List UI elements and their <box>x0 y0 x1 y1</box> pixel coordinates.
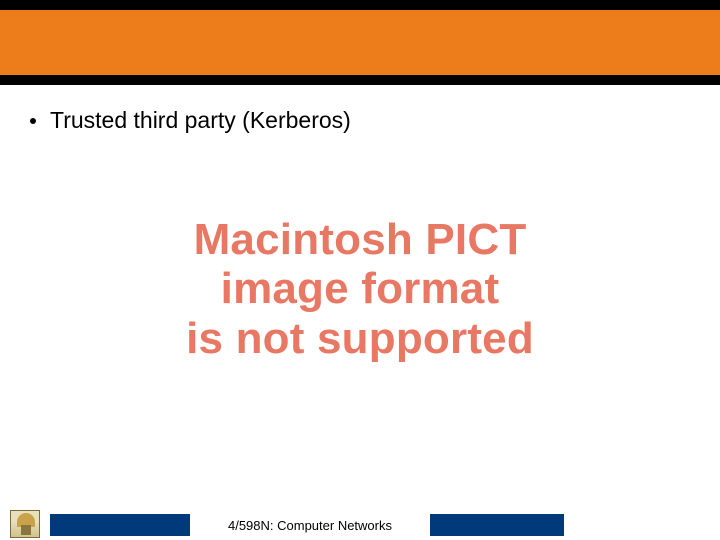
footer-course-text: 4/598N: Computer Networks <box>228 518 392 533</box>
bullet-row: Trusted third party (Kerberos) <box>30 107 351 134</box>
bullet-text: Trusted third party (Kerberos) <box>50 107 351 134</box>
title-bottom-stripe <box>0 75 720 85</box>
slide: Trusted third party (Kerberos) Macintosh… <box>0 0 720 540</box>
footer-course-label: 4/598N: Computer Networks <box>190 514 430 536</box>
footer-logo-icon <box>10 510 40 538</box>
title-orange-bar <box>0 0 720 85</box>
pict-unsupported-message: Macintosh PICT image format is not suppo… <box>100 215 620 363</box>
bullet-dot-icon <box>30 118 36 124</box>
footer: 4/598N: Computer Networks <box>0 508 720 540</box>
title-band <box>0 0 720 85</box>
title-top-stripe <box>0 0 720 10</box>
pict-line2: image format <box>100 264 620 313</box>
pict-line1: Macintosh PICT <box>100 215 620 264</box>
pict-line3: is not supported <box>100 314 620 363</box>
